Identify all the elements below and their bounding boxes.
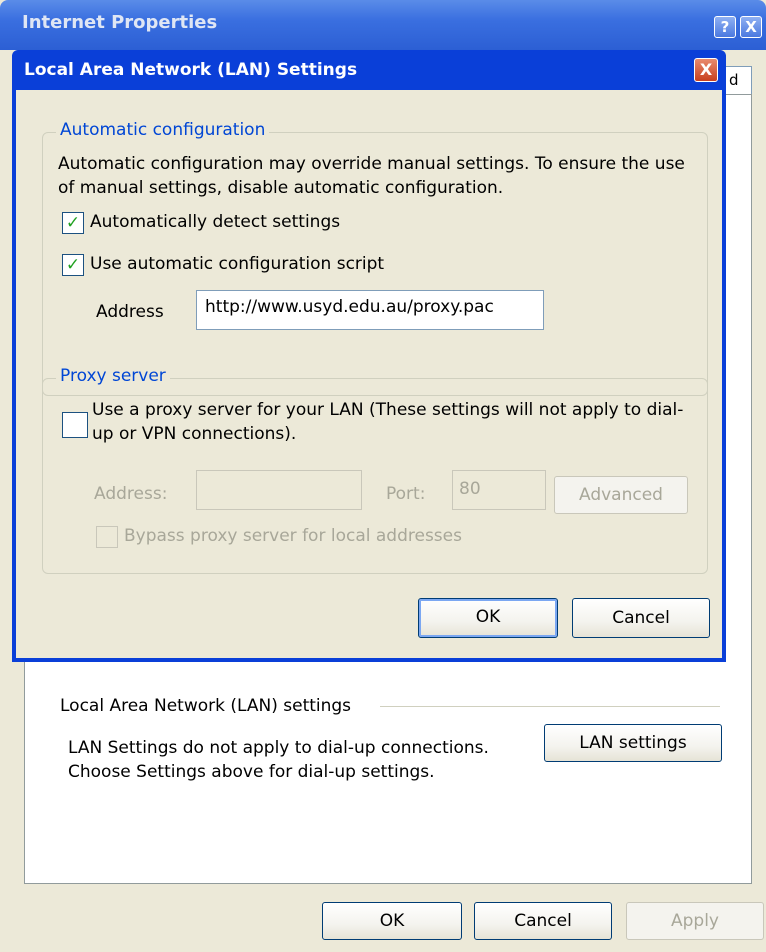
close-icon[interactable]: X (694, 58, 718, 82)
use-proxy-checkbox[interactable] (62, 412, 88, 438)
lan-section-title: Local Area Network (LAN) settings (60, 696, 352, 716)
lan-section-description: LAN Settings do not apply to dial-up con… (68, 736, 538, 784)
help-icon[interactable]: ? (714, 16, 736, 38)
outer-window-title: Internet Properties (22, 12, 218, 33)
use-script-label[interactable]: Use automatic configuration script (90, 254, 384, 274)
script-address-label: Address (96, 302, 164, 322)
use-proxy-label[interactable]: Use a proxy server for your LAN (These s… (92, 398, 702, 446)
lan-dialog-body: Automatic configuration Automatic config… (16, 90, 722, 658)
bypass-local-label[interactable]: Bypass proxy server for local addresses (124, 526, 462, 546)
close-icon[interactable]: X (740, 16, 762, 38)
port-label: Port: (386, 484, 426, 504)
tab-advanced-fragment[interactable]: d (724, 66, 752, 94)
lan-ok-button[interactable]: OK (418, 598, 558, 638)
ok-button[interactable]: OK (322, 902, 462, 940)
automatic-configuration-legend: Automatic configuration (56, 120, 270, 140)
bypass-local-checkbox[interactable] (96, 526, 118, 548)
lan-desc-line2: Choose Settings above for dial-up settin… (68, 762, 435, 782)
section-divider (380, 706, 720, 707)
lan-cancel-button[interactable]: Cancel (572, 598, 710, 638)
proxy-address-label: Address: (94, 484, 168, 504)
cancel-button[interactable]: Cancel (474, 902, 612, 940)
lan-settings-dialog: Local Area Network (LAN) Settings X Auto… (12, 50, 726, 662)
detect-settings-label[interactable]: Automatically detect settings (90, 212, 340, 232)
lan-dialog-title: Local Area Network (LAN) Settings (24, 60, 358, 80)
detect-settings-checkbox[interactable]: ✓ (62, 212, 84, 234)
lan-desc-line1: LAN Settings do not apply to dial-up con… (68, 738, 489, 758)
advanced-button[interactable]: Advanced (554, 476, 688, 514)
use-script-checkbox[interactable]: ✓ (62, 254, 84, 276)
proxy-server-legend: Proxy server (56, 366, 170, 386)
check-icon: ✓ (65, 255, 81, 275)
automatic-configuration-description: Automatic configuration may override man… (58, 154, 685, 198)
apply-button[interactable]: Apply (626, 902, 764, 940)
proxy-address-input[interactable] (196, 470, 362, 510)
lan-settings-button[interactable]: LAN settings (544, 724, 722, 762)
port-input[interactable]: 80 (452, 470, 546, 510)
check-icon: ✓ (65, 213, 81, 233)
script-address-input[interactable]: http://www.usyd.edu.au/proxy.pac (196, 290, 544, 330)
